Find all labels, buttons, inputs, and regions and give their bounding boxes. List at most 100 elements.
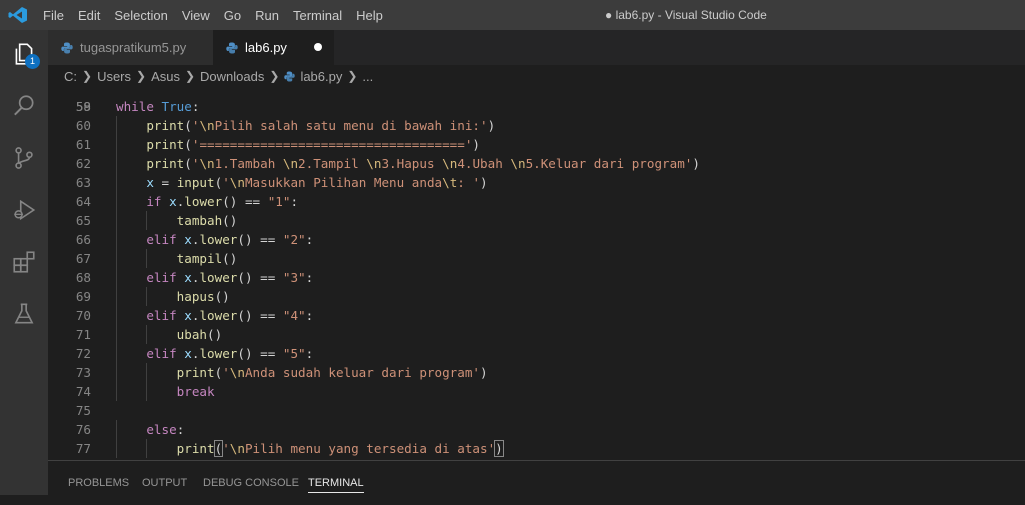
chevron-right-icon: ❯ bbox=[136, 69, 147, 83]
indent-guide bbox=[116, 116, 117, 135]
line-number: 76 bbox=[75, 422, 91, 437]
line-number: 70 bbox=[75, 308, 91, 323]
code-text: ubah() bbox=[176, 327, 223, 342]
indent-guide bbox=[116, 325, 117, 344]
breadcrumb-item[interactable]: ... bbox=[362, 69, 373, 84]
unsaved-dot-icon[interactable] bbox=[314, 43, 322, 51]
indent-guide bbox=[116, 230, 117, 249]
run-debug-icon bbox=[14, 199, 36, 221]
indent-guide bbox=[146, 249, 148, 268]
indent-guide bbox=[116, 268, 117, 287]
line-number: 74 bbox=[75, 384, 91, 399]
menu-selection[interactable]: Selection bbox=[114, 8, 167, 23]
search-button[interactable] bbox=[0, 82, 48, 130]
vscode-logo-icon bbox=[8, 7, 27, 23]
source-control-icon bbox=[15, 147, 33, 169]
code-line: 64 if x.lower() == "1": bbox=[48, 192, 1025, 211]
menu-bar: File Edit Selection View Go Run Terminal… bbox=[43, 0, 397, 30]
code-line: 61 print('==============================… bbox=[48, 135, 1025, 154]
python-file-icon bbox=[226, 42, 238, 53]
code-text: if x.lower() == "1": bbox=[146, 194, 299, 209]
code-line: 69 hapus() bbox=[48, 287, 1025, 306]
breadcrumb-item[interactable]: Downloads bbox=[200, 69, 264, 84]
line-number: 75 bbox=[75, 403, 91, 418]
indent-guide bbox=[146, 287, 148, 306]
code-line: 75 bbox=[48, 401, 1025, 420]
chevron-right-icon: ❯ bbox=[347, 69, 358, 83]
line-number: 60 bbox=[75, 118, 91, 133]
breadcrumb-item[interactable]: Users bbox=[97, 69, 131, 84]
breadcrumb-item[interactable]: lab6.py bbox=[300, 69, 342, 84]
code-line: 72 elif x.lower() == "5": bbox=[48, 344, 1025, 363]
code-line: 76 else: bbox=[48, 420, 1025, 439]
tab-problems[interactable]: PROBLEMS bbox=[68, 461, 129, 495]
code-text: elif x.lower() == "2": bbox=[146, 232, 314, 247]
code-text: while True: bbox=[116, 99, 200, 114]
indent-guide bbox=[146, 382, 148, 401]
indent-guide bbox=[116, 306, 117, 325]
title-bar: File Edit Selection View Go Run Terminal… bbox=[0, 0, 1025, 30]
line-number: 71 bbox=[75, 327, 91, 342]
source-control-button[interactable] bbox=[0, 134, 48, 182]
tab-tugaspratikum5[interactable]: tugaspratikum5.py bbox=[48, 30, 213, 65]
testing-icon bbox=[14, 303, 34, 324]
testing-button[interactable] bbox=[0, 290, 48, 338]
code-line: 73 print('\nAnda sudah keluar dari progr… bbox=[48, 363, 1025, 382]
code-text: tampil() bbox=[176, 251, 238, 266]
indent-guide bbox=[146, 363, 148, 382]
code-editor[interactable]: 58 59 while True: 60 print('\nPilih salah … bbox=[48, 87, 1025, 460]
menu-help[interactable]: Help bbox=[356, 8, 383, 23]
run-debug-button[interactable] bbox=[0, 186, 48, 234]
menu-view[interactable]: View bbox=[182, 8, 210, 23]
explorer-button[interactable]: 1 bbox=[0, 30, 48, 78]
editor-tabs: tugaspratikum5.py lab6.py bbox=[48, 30, 1025, 65]
bottom-panel: PROBLEMS OUTPUT DEBUG CONSOLE TERMINAL bbox=[48, 460, 1025, 495]
code-line: 66 elif x.lower() == "2": bbox=[48, 230, 1025, 249]
code-line: 77 print('\nPilih menu yang tersedia di … bbox=[48, 439, 1025, 458]
menu-terminal[interactable]: Terminal bbox=[293, 8, 342, 23]
indent-guide bbox=[116, 173, 117, 192]
breadcrumb-item[interactable]: C: bbox=[64, 69, 77, 84]
python-file-icon bbox=[61, 42, 73, 53]
line-number: 59 bbox=[75, 99, 91, 114]
indent-guide bbox=[116, 211, 117, 230]
extensions-button[interactable] bbox=[0, 238, 48, 286]
indent-guide bbox=[146, 325, 148, 344]
code-text: hapus() bbox=[176, 289, 230, 304]
tab-label: tugaspratikum5.py bbox=[80, 40, 187, 55]
line-number: 67 bbox=[75, 251, 91, 266]
code-line: 60 print('\nPilih salah satu menu di baw… bbox=[48, 116, 1025, 135]
breadcrumb-item[interactable]: Asus bbox=[151, 69, 180, 84]
indent-guide bbox=[116, 154, 117, 173]
menu-edit[interactable]: Edit bbox=[78, 8, 100, 23]
code-line: 58 bbox=[48, 87, 1025, 114]
code-text: print('\nPilih menu yang tersedia di ata… bbox=[176, 440, 504, 457]
code-text: else: bbox=[146, 422, 185, 437]
indent-guide bbox=[116, 439, 117, 458]
line-number: 69 bbox=[75, 289, 91, 304]
chevron-right-icon: ❯ bbox=[269, 69, 280, 83]
code-line: 70 elif x.lower() == "4": bbox=[48, 306, 1025, 325]
menu-file[interactable]: File bbox=[43, 8, 64, 23]
tab-terminal[interactable]: TERMINAL bbox=[308, 461, 364, 495]
line-number: 61 bbox=[75, 137, 91, 152]
menu-go[interactable]: Go bbox=[224, 8, 241, 23]
tab-debug-console[interactable]: DEBUG CONSOLE bbox=[203, 461, 299, 495]
line-number: 77 bbox=[75, 441, 91, 456]
code-text: print('\n1.Tambah \n2.Tampil \n3.Hapus \… bbox=[146, 156, 700, 171]
indent-guide bbox=[116, 344, 117, 363]
indent-guide bbox=[116, 249, 117, 268]
indent-guide bbox=[116, 382, 117, 401]
tab-output[interactable]: OUTPUT bbox=[142, 461, 187, 495]
tab-lab6[interactable]: lab6.py bbox=[213, 30, 334, 65]
code-line: 63 x = input('\nMasukkan Pilihan Menu an… bbox=[48, 173, 1025, 192]
extensions-icon bbox=[13, 251, 35, 273]
code-text: elif x.lower() == "5": bbox=[146, 346, 314, 361]
code-text: tambah() bbox=[176, 213, 238, 228]
code-line: 74 break bbox=[48, 382, 1025, 401]
code-text: print('\nAnda sudah keluar dari program'… bbox=[176, 365, 488, 380]
menu-run[interactable]: Run bbox=[255, 8, 279, 23]
indent-guide bbox=[116, 192, 117, 211]
line-number: 62 bbox=[75, 156, 91, 171]
code-line: 62 print('\n1.Tambah \n2.Tampil \n3.Hapu… bbox=[48, 154, 1025, 173]
